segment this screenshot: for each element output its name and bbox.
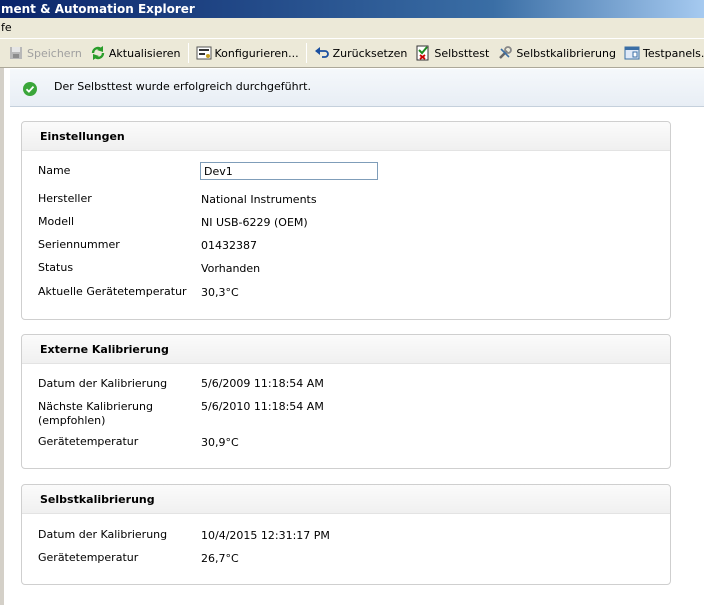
external-calibration-header: Externe Kalibrierung bbox=[22, 335, 670, 364]
testpanels-button[interactable]: Testpanels... bbox=[620, 42, 704, 64]
toolbar-separator bbox=[187, 43, 189, 63]
self-calibration-section: Selbstkalibrierung Datum der Kalibrierun… bbox=[21, 484, 671, 585]
ext-cal-date-label: Datum der Kalibrierung bbox=[38, 377, 168, 390]
undo-arrow-icon bbox=[314, 45, 330, 61]
refresh-label: Aktualisieren bbox=[108, 46, 181, 60]
model-value: NI USB-6229 (OEM) bbox=[201, 216, 308, 229]
self-calibration-heading: Selbstkalibrierung bbox=[40, 493, 155, 506]
self-calibration-header: Selbstkalibrierung bbox=[22, 485, 670, 514]
vendor-value: National Instruments bbox=[201, 193, 317, 206]
self-cal-temp-value: 26,7°C bbox=[201, 552, 239, 565]
configure-button[interactable]: Konfigurieren... bbox=[192, 42, 303, 64]
configure-label: Konfigurieren... bbox=[214, 46, 299, 60]
settings-section: Einstellungen Name Hersteller National I… bbox=[21, 121, 671, 320]
refresh-icon bbox=[90, 45, 106, 61]
next-cal-label-line1: Nächste Kalibrierung bbox=[38, 400, 153, 413]
device-name-input[interactable] bbox=[200, 162, 378, 180]
save-icon bbox=[8, 45, 24, 61]
current-temp-value: 30,3°C bbox=[201, 286, 239, 299]
window-title: ment & Automation Explorer bbox=[0, 0, 704, 18]
external-calibration-section: Externe Kalibrierung Datum der Kalibrier… bbox=[21, 334, 671, 469]
selftest-icon bbox=[415, 45, 431, 61]
selfcal-button[interactable]: Selbstkalibrierung bbox=[493, 42, 620, 64]
self-cal-date-label: Datum der Kalibrierung bbox=[38, 528, 168, 541]
ext-cal-temp-label: Gerätetemperatur bbox=[38, 435, 139, 448]
model-label: Modell bbox=[38, 215, 75, 228]
serial-value: 01432387 bbox=[201, 239, 257, 252]
check-circle-icon bbox=[23, 82, 37, 96]
device-properties-pane: Der Selbsttest wurde erfolgreich durchge… bbox=[0, 68, 704, 605]
toolbar: Speichern Aktualisieren Konfigurieren...… bbox=[0, 38, 704, 68]
external-calibration-heading: Externe Kalibrierung bbox=[40, 343, 169, 356]
reset-label: Zurücksetzen bbox=[332, 46, 408, 60]
next-cal-value: 5/6/2010 11:18:54 AM bbox=[201, 400, 324, 413]
current-temp-label: Aktuelle Gerätetemperatur bbox=[38, 285, 187, 298]
ext-cal-temp-value: 30,9°C bbox=[201, 436, 239, 449]
name-label: Name bbox=[38, 164, 71, 177]
reset-button[interactable]: Zurücksetzen bbox=[310, 42, 412, 64]
refresh-button[interactable]: Aktualisieren bbox=[86, 42, 185, 64]
status-value: Vorhanden bbox=[201, 262, 261, 275]
notification-message: Der Selbsttest wurde erfolgreich durchge… bbox=[54, 80, 311, 93]
testpanels-label: Testpanels... bbox=[642, 46, 704, 60]
selftest-label: Selbsttest bbox=[434, 46, 490, 60]
status-label: Status bbox=[38, 261, 74, 274]
settings-header: Einstellungen bbox=[22, 122, 670, 151]
settings-heading: Einstellungen bbox=[40, 130, 125, 143]
panel-icon bbox=[624, 45, 640, 61]
notification-bar: Der Selbsttest wurde erfolgreich durchge… bbox=[10, 69, 704, 107]
menu-bar: fe bbox=[0, 18, 704, 38]
serial-label: Seriennummer bbox=[38, 238, 120, 251]
self-cal-temp-label: Gerätetemperatur bbox=[38, 551, 139, 564]
toolbar-separator bbox=[305, 43, 307, 63]
save-label: Speichern bbox=[27, 46, 82, 60]
selfcal-label: Selbstkalibrierung bbox=[516, 46, 616, 60]
next-cal-label-line2: (empfohlen) bbox=[38, 414, 106, 427]
configure-icon bbox=[196, 45, 212, 61]
selftest-button[interactable]: Selbsttest bbox=[411, 42, 493, 64]
menu-item-help[interactable]: fe bbox=[1, 21, 12, 34]
self-cal-date-value: 10/4/2015 12:31:17 PM bbox=[201, 529, 330, 542]
save-button[interactable]: Speichern bbox=[4, 42, 86, 64]
ext-cal-date-value: 5/6/2009 11:18:54 AM bbox=[201, 377, 324, 390]
tools-icon bbox=[497, 45, 513, 61]
vendor-label: Hersteller bbox=[38, 192, 92, 205]
